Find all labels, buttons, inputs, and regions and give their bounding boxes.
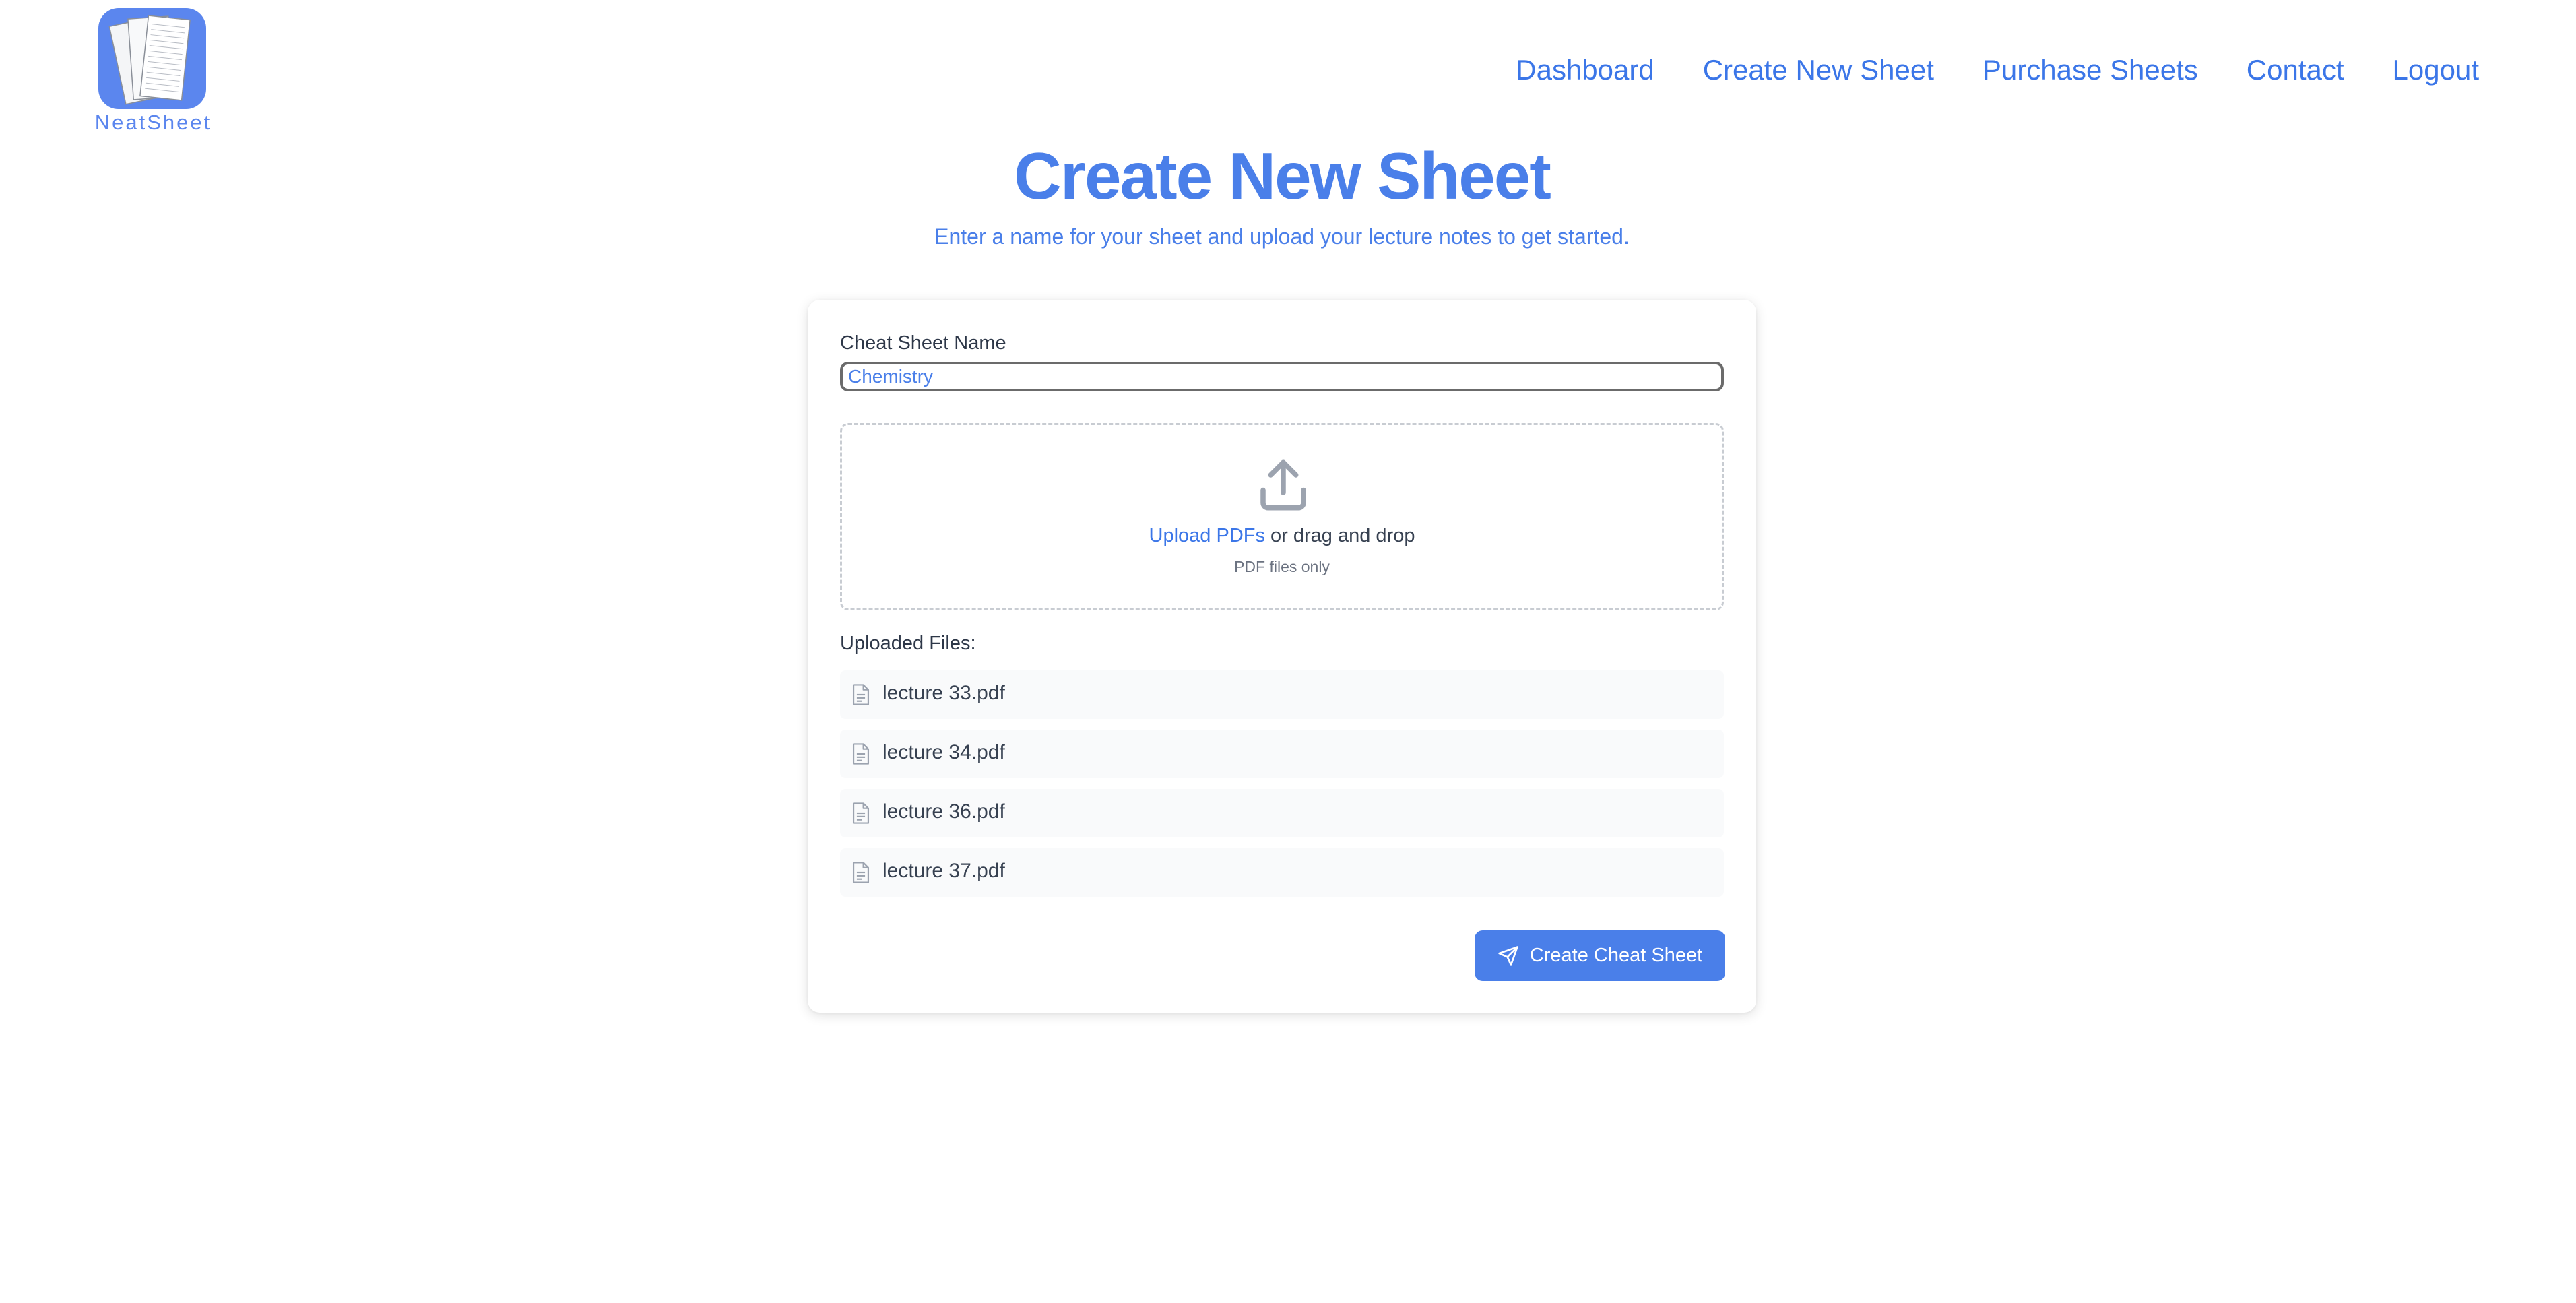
file-name: lecture 37.pdf — [882, 860, 1005, 882]
send-icon — [1498, 945, 1518, 966]
create-sheet-card: Cheat Sheet Name Upload PDFs or drag and… — [808, 300, 1756, 1013]
drag-drop-text: or drag and drop — [1264, 525, 1415, 546]
uploaded-file-list: lecture 33.pdf lecture 34.pdf lecture 36… — [840, 670, 1724, 908]
document-icon — [852, 684, 870, 705]
file-item: lecture 34.pdf — [840, 730, 1724, 778]
uploaded-files-label: Uploaded Files: — [840, 633, 976, 654]
dropzone-hint: PDF files only — [1234, 558, 1330, 575]
file-name: lecture 36.pdf — [882, 800, 1005, 823]
file-item: lecture 37.pdf — [840, 848, 1724, 897]
file-item: lecture 33.pdf — [840, 670, 1724, 719]
file-name: lecture 33.pdf — [882, 682, 1005, 704]
file-item: lecture 36.pdf — [840, 789, 1724, 837]
pdf-dropzone[interactable]: Upload PDFs or drag and drop PDF files o… — [840, 423, 1724, 610]
stacked-paper-sheets-icon — [98, 8, 206, 109]
nav-link-create-new-sheet[interactable]: Create New Sheet — [1703, 54, 1934, 86]
document-icon — [852, 743, 870, 765]
upload-pdfs-link[interactable]: Upload PDFs — [1149, 525, 1265, 546]
main-nav: Dashboard Create New Sheet Purchase Shee… — [1516, 54, 2479, 86]
nav-link-dashboard[interactable]: Dashboard — [1516, 54, 1654, 86]
document-icon — [852, 862, 870, 883]
brand-name: NeatSheet — [94, 110, 212, 134]
sheet-name-label: Cheat Sheet Name — [840, 332, 1006, 354]
upload-icon — [1260, 459, 1306, 511]
nav-link-logout[interactable]: Logout — [2393, 54, 2479, 86]
page-title: Create New Sheet — [1014, 139, 1551, 213]
dropzone-instruction: Upload PDFs or drag and drop — [842, 525, 1722, 547]
sheet-name-input[interactable] — [840, 362, 1724, 391]
document-icon — [852, 802, 870, 824]
brand-logo[interactable]: NeatSheet — [94, 8, 212, 135]
create-cheat-sheet-button[interactable]: Create Cheat Sheet — [1475, 930, 1725, 981]
site-header: NeatSheet Dashboard Create New Sheet Pur… — [0, 0, 2576, 141]
page-subtitle: Enter a name for your sheet and upload y… — [934, 224, 1630, 249]
file-name: lecture 34.pdf — [882, 741, 1005, 763]
nav-link-purchase-sheets[interactable]: Purchase Sheets — [1983, 54, 2198, 86]
nav-link-contact[interactable]: Contact — [2247, 54, 2344, 86]
create-cheat-sheet-label: Create Cheat Sheet — [1529, 945, 1703, 966]
